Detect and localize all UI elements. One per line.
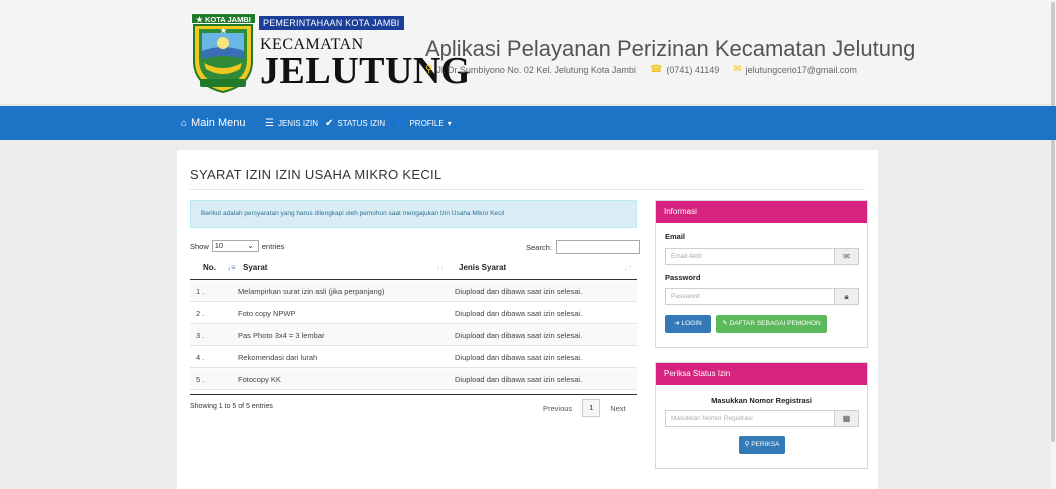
show-label: Show: [190, 241, 209, 251]
table-info: Showing 1 to 5 of 5 entries: [190, 403, 273, 410]
login-button[interactable]: ➜ LOGIN: [665, 315, 711, 333]
registration-label: Masukkan Nomor Registrasi: [711, 396, 812, 405]
app-title: Aplikasi Pelayanan Perizinan Kecamatan J…: [425, 36, 916, 61]
table-row: 5 . Fotocopy KK Diupload dan dibawa saat…: [190, 369, 637, 390]
lock-icon: 🔒︎: [834, 289, 858, 304]
table-row: 4 . Rekomendasi dari lurah Diupload dan …: [190, 347, 637, 368]
cell-no: 2 .: [196, 309, 205, 318]
register-button[interactable]: ✎ DAFTAR SEBAGAI PEMOHON: [716, 315, 827, 333]
user-icon: 👤: [393, 117, 406, 129]
nav-jenis-izin[interactable]: ☰ JENIS IZIN: [265, 106, 318, 140]
cell-no: 5 .: [196, 375, 205, 384]
nav-main-menu[interactable]: ⌂ Main Menu: [181, 106, 245, 140]
next-button[interactable]: Next: [610, 404, 625, 413]
page-title: SYARAT IZIN IZIN USAHA MIKRO KECIL: [190, 167, 442, 182]
pagination: Previous 1 Next: [543, 399, 626, 417]
nav-profile-label: PROFILE: [409, 118, 444, 128]
password-field[interactable]: Password 🔒︎: [665, 288, 859, 305]
table-row: 1 . Melampirkan surat izin asli (jika pe…: [190, 281, 637, 302]
nav-main-label: Main Menu: [191, 117, 246, 129]
entries-select[interactable]: 10 ⌄: [211, 240, 259, 252]
table-bottom-rule: [190, 394, 637, 395]
table-row: 3 . Pas Photo 3x4 = 3 lembar Diupload da…: [190, 325, 637, 346]
home-icon: ⌂: [181, 117, 188, 129]
map-pin-icon: ⚲: [425, 64, 433, 75]
check-status-button[interactable]: ⚲ PERIKSA: [739, 436, 785, 454]
registration-placeholder: Masukkan Nomor Registrasi: [671, 415, 753, 422]
phone-icon: ☎: [649, 64, 663, 75]
column-header-syarat[interactable]: Syarat: [243, 255, 267, 280]
login-box: Informasi Email Email Aktif ✉ Password P…: [655, 200, 868, 348]
search-label: Search:: [526, 242, 552, 252]
cell-syarat: Foto copy NPWP: [238, 309, 296, 318]
sort-asc-icon[interactable]: ↓≡: [227, 255, 236, 280]
contact-line: ⚲ Jl. Dr Sumbiyono No. 02 Kel. Jelutung …: [425, 64, 857, 75]
email-field[interactable]: Email Aktif ✉: [665, 248, 859, 265]
cell-syarat: Melampirkan surat izin asli (jika perpan…: [238, 287, 385, 296]
cell-syarat: Fotocopy KK: [238, 375, 281, 384]
register-button-label: DAFTAR SEBAGAI PEMOHON: [729, 320, 821, 327]
chevron-down-icon: ⌄: [247, 241, 254, 250]
qrcode-icon: ▦: [834, 411, 858, 426]
cell-no: 3 .: [196, 331, 205, 340]
info-alert: Berikut adalah persyaratan yang harus di…: [190, 200, 637, 228]
title-divider: [190, 189, 865, 190]
list-icon: ☰: [265, 117, 274, 129]
cell-syarat: Rekomendasi dari lurah: [238, 353, 318, 362]
main-navbar: ⌂ Main Menu ☰ JENIS IZIN ✔ STATUS IZIN 👤…: [0, 106, 1056, 140]
login-box-heading: Informasi: [656, 201, 867, 223]
cell-jenis: Diupload dan dibawa saat izin selesai.: [455, 331, 583, 340]
entries-length: Show 10 ⌄ entries: [190, 240, 284, 252]
nav-jenis-label: JENIS IZIN: [277, 118, 318, 128]
email-text: jelutungcerio17@gmail.com: [745, 64, 857, 75]
email-label: Email: [665, 232, 686, 241]
sort-icon[interactable]: ↓↑: [624, 255, 632, 280]
registration-number-field[interactable]: Masukkan Nomor Registrasi ▦: [665, 410, 859, 427]
cell-jenis: Diupload dan dibawa saat izin selesai.: [455, 309, 583, 318]
sign-in-icon: ➜: [674, 320, 680, 327]
phone-text: (0741) 41149: [666, 64, 720, 75]
cell-syarat: Pas Photo 3x4 = 3 lembar: [238, 331, 325, 340]
nav-status-label: STATUS IZIN: [337, 118, 386, 128]
column-header-no[interactable]: No.: [203, 255, 216, 280]
scrollbar[interactable]: [1050, 0, 1056, 489]
cell-jenis: Diupload dan dibawa saat izin selesai.: [455, 375, 583, 384]
password-placeholder: Password: [671, 293, 700, 300]
page-1-button[interactable]: 1: [582, 399, 601, 417]
entries-value: 10: [214, 241, 224, 250]
table-search: Search:: [526, 240, 640, 254]
login-button-label: LOGIN: [681, 320, 702, 327]
check-circle-icon: ✔: [325, 117, 334, 129]
check-status-label: PERIKSA: [751, 441, 780, 448]
envelope-icon: ✉: [834, 249, 858, 264]
table-header: No. ↓≡ Syarat ↓↑ Jenis Syarat ↓↑: [190, 255, 637, 280]
scrollbar-thumb[interactable]: [1051, 2, 1055, 442]
cell-no: 4 .: [196, 353, 205, 362]
envelope-icon: ✉: [733, 64, 742, 75]
logo-pemerintahan-label: PEMERINTAHAAN KOTA JAMBI: [259, 16, 404, 30]
status-box-heading: Periksa Status Izin: [656, 363, 867, 385]
address-text: Jl. Dr Sumbiyono No. 02 Kel. Jelutung Ko…: [436, 64, 636, 75]
cell-no: 1 .: [196, 287, 205, 296]
table-row: 2 . Foto copy NPWP Diupload dan dibawa s…: [190, 303, 637, 324]
cell-jenis: Diupload dan dibawa saat izin selesai.: [455, 353, 583, 362]
password-label: Password: [665, 273, 701, 282]
search-icon: ⚲: [744, 441, 750, 448]
sort-icon[interactable]: ↓↑: [436, 255, 444, 280]
content-panel: SYARAT IZIN IZIN USAHA MIKRO KECIL Berik…: [177, 150, 878, 489]
previous-button[interactable]: Previous: [543, 404, 572, 413]
entries-label: entries: [261, 241, 285, 251]
nav-status-izin[interactable]: ✔ STATUS IZIN: [325, 106, 385, 140]
search-input[interactable]: [555, 240, 640, 254]
email-placeholder: Email Aktif: [671, 253, 702, 260]
edit-icon: ✎: [722, 320, 728, 327]
column-header-jenis[interactable]: Jenis Syarat: [459, 255, 506, 280]
nav-profile[interactable]: 👤 PROFILE ▾: [393, 106, 452, 140]
emblem-banner: ★ KOTA JAMBI ★: [191, 13, 256, 35]
status-check-box: Periksa Status Izin Masukkan Nomor Regis…: [655, 362, 868, 469]
chevron-down-icon: ▾: [447, 118, 452, 128]
cell-jenis: Diupload dan dibawa saat izin selesai.: [455, 287, 583, 296]
